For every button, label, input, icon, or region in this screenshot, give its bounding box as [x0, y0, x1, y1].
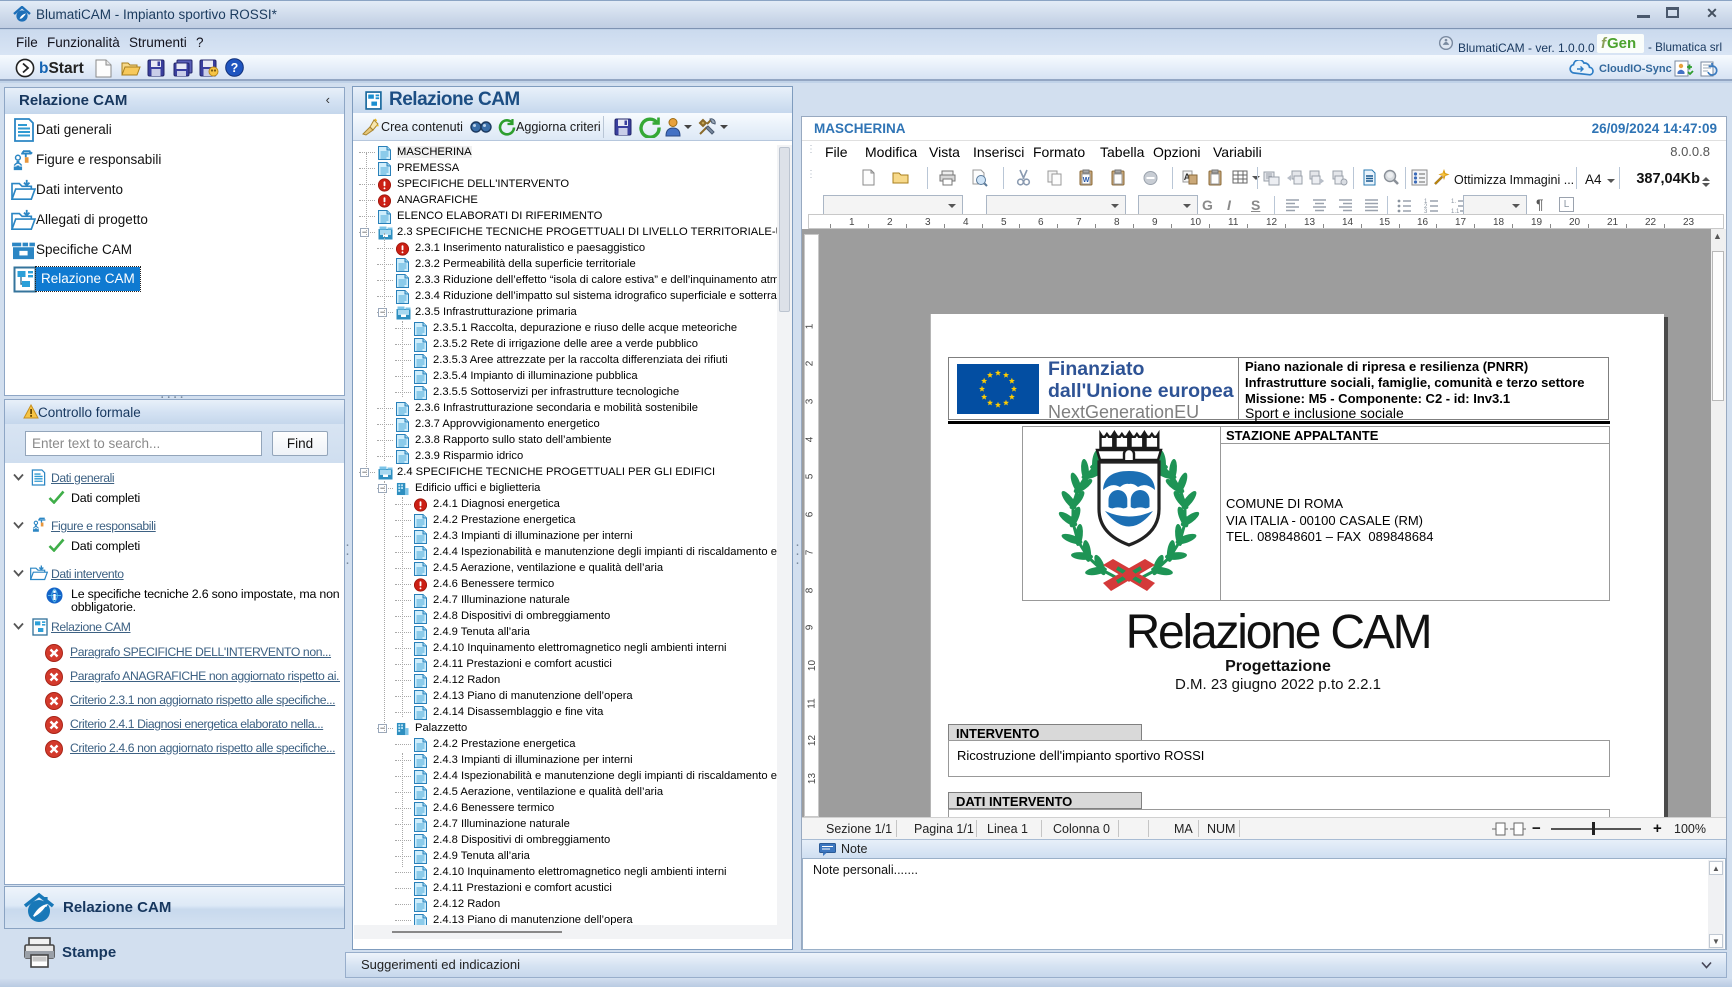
- svg-text:W: W: [1083, 177, 1090, 184]
- svg-text:1.: 1.: [1451, 199, 1456, 205]
